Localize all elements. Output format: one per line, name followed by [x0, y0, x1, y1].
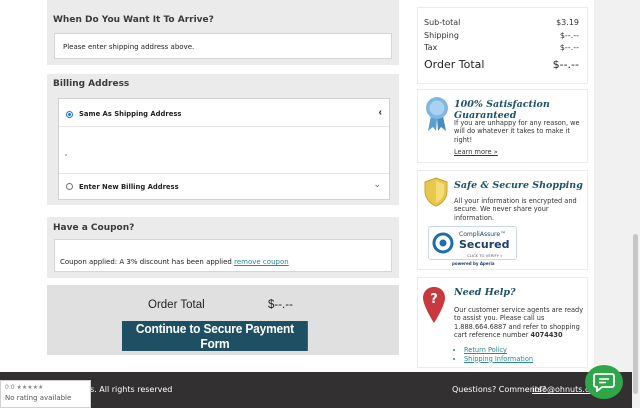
- shield-icon: [424, 177, 448, 207]
- tax-label: Tax: [424, 43, 438, 52]
- badge-powered: powered by Aperia: [452, 261, 495, 266]
- sidebar-order-total-value: $--.--: [552, 58, 579, 71]
- svg-text:?: ?: [430, 292, 438, 307]
- billing-option-new-label: Enter New Billing Address: [79, 183, 179, 191]
- coupon-box: Coupon applied: A 3% discount has been a…: [54, 239, 392, 272]
- coupon-section: Have a Coupon? Coupon applied: A 3% disc…: [47, 217, 399, 278]
- rating-text: No rating available: [5, 394, 72, 402]
- arrival-title: When Do You Want It To Arrive?: [53, 15, 214, 25]
- badge-click-verify: CLICK TO VERIFY »: [467, 253, 503, 258]
- help-text: Our customer service agents are ready to…: [454, 306, 584, 340]
- secure-text: All your information is encrypted and se…: [454, 197, 577, 222]
- order-total-value: $--.--: [268, 299, 293, 311]
- shipping-label: Shipping: [424, 31, 459, 40]
- radio-new-billing[interactable]: [66, 183, 73, 190]
- badge-logo-icon: [432, 232, 454, 254]
- order-summary-section: Order Total $--.-- Continue to Secure Pa…: [47, 285, 399, 355]
- order-total-label: Order Total: [148, 299, 205, 311]
- billing-title: Billing Address: [53, 79, 130, 89]
- billing-option-same[interactable]: Same As Shipping Address ‹: [59, 99, 389, 127]
- badge-brand: CompliAssure™: [459, 231, 507, 238]
- arrival-section: When Do You Want It To Arrive? Please en…: [47, 0, 399, 65]
- return-policy-link[interactable]: Return Policy: [464, 346, 533, 355]
- tax-row: Tax $--.--: [424, 43, 579, 52]
- coupon-title: Have a Coupon?: [53, 223, 135, 233]
- billing-option-same-label: Same As Shipping Address: [79, 110, 182, 118]
- billing-address-text: ,: [65, 149, 68, 157]
- subtotal-label: Sub-total: [424, 18, 461, 27]
- secure-title: Safe & Secure Shopping: [454, 180, 583, 191]
- help-links: Return Policy Shipping Information: [464, 346, 533, 363]
- billing-options-box: Same As Shipping Address ‹ , Enter New B…: [58, 98, 390, 200]
- map-pin-question-icon: ?: [423, 287, 445, 323]
- help-title: Need Help?: [454, 287, 516, 298]
- continue-to-payment-button[interactable]: Continue to Secure Payment Form: [122, 321, 308, 351]
- totals-card: Sub-total $3.19 Shipping $--.-- Tax $--.…: [417, 7, 588, 84]
- help-message: Our customer service agents are ready to…: [454, 306, 584, 340]
- arrival-message: Please enter shipping address above.: [63, 43, 195, 51]
- chat-button[interactable]: [585, 365, 623, 399]
- remove-coupon-link[interactable]: remove coupon: [234, 258, 289, 266]
- compliassure-badge[interactable]: CompliAssure™ Secured CLICK TO VERIFY »: [428, 226, 517, 260]
- sidebar-order-total-label: Order Total: [424, 58, 485, 71]
- badge-secured: Secured: [459, 238, 510, 251]
- billing-option-new[interactable]: Enter New Billing Address ⌄: [59, 173, 389, 199]
- chat-icon: [593, 373, 615, 392]
- shipping-information-link[interactable]: Shipping Information: [464, 355, 533, 364]
- coupon-applied-text: Coupon applied: A 3% discount has been a…: [60, 258, 289, 266]
- tax-value: $--.--: [559, 43, 579, 52]
- help-card: ? Need Help? Our customer service agents…: [417, 277, 588, 368]
- rating-widget[interactable]: 0.0 ★★★★★ No rating available: [0, 380, 91, 408]
- order-total-row: Order Total $--.--: [424, 58, 579, 71]
- chevron-down-icon[interactable]: ⌄: [373, 179, 381, 190]
- scrollbar-thumb[interactable]: [633, 234, 638, 394]
- subtotal-value: $3.19: [556, 18, 579, 27]
- billing-section: Billing Address Same As Shipping Address…: [47, 74, 399, 205]
- satisfaction-card: 100% Satisfaction Guaranteed If you are …: [417, 89, 588, 163]
- satisfaction-title: 100% Satisfaction Guaranteed: [454, 99, 550, 121]
- chevron-left-icon[interactable]: ‹: [379, 107, 382, 118]
- coupon-applied-message: Coupon applied: A 3% discount has been a…: [60, 258, 232, 266]
- ribbon-icon: [426, 97, 448, 131]
- radio-same-as-shipping[interactable]: [66, 111, 73, 118]
- learn-more-link[interactable]: Learn more »: [454, 148, 498, 156]
- footer: s. All rights reserved Questions? Commen…: [0, 372, 640, 408]
- cart-reference-number: 4074430: [530, 331, 563, 340]
- arrival-message-box: Please enter shipping address above.: [54, 33, 392, 59]
- secure-card: Safe & Secure Shopping All your informat…: [417, 170, 588, 270]
- satisfaction-text: If you are unhappy for any reason, we wi…: [454, 119, 580, 144]
- shipping-row: Shipping $--.--: [424, 31, 579, 40]
- subtotal-row: Sub-total $3.19: [424, 18, 579, 27]
- footer-rights: s. All rights reserved: [90, 385, 173, 394]
- shipping-value: $--.--: [559, 31, 579, 40]
- rating-score: 0.0 ★★★★★: [5, 384, 44, 391]
